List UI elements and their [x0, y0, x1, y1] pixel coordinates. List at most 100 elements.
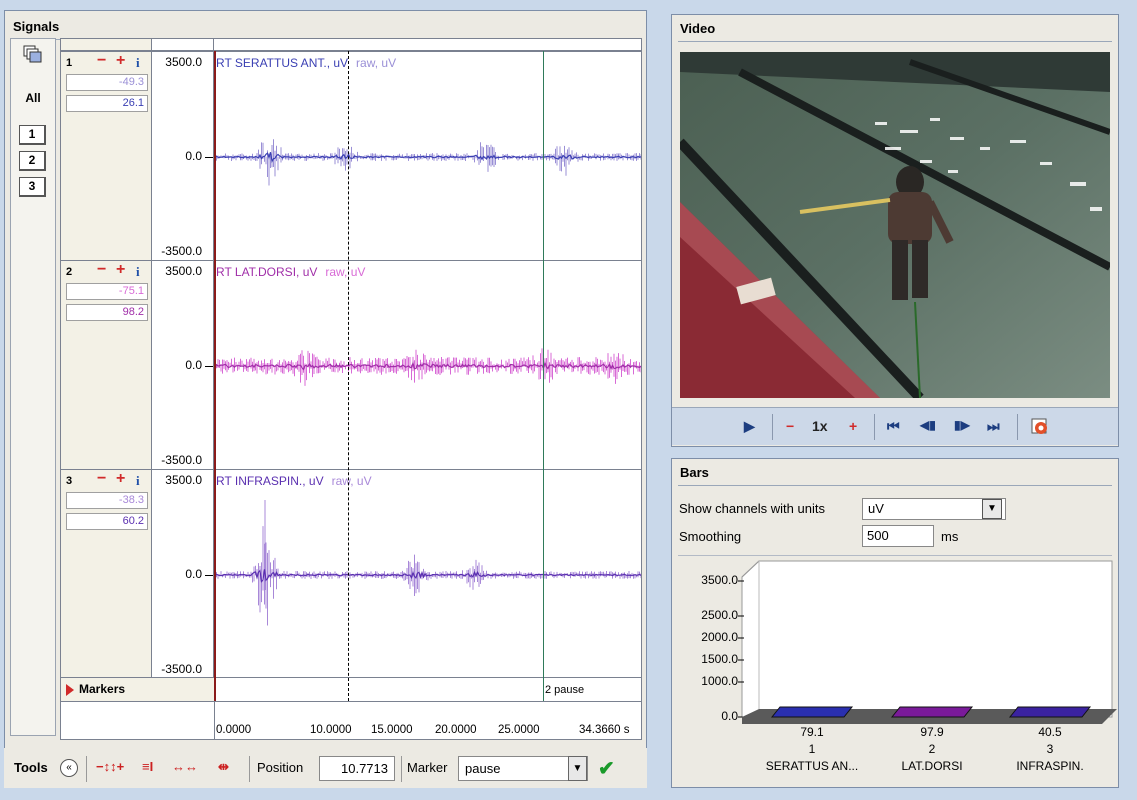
raw-signal-trace [215, 139, 641, 186]
title-divider [678, 41, 1112, 42]
vertical-fit-icon[interactable]: ≡I [142, 759, 153, 774]
bar-category-label: SERATTUS AN... [765, 759, 859, 773]
slower-button[interactable]: − [786, 418, 794, 434]
time-label: 25.0000 [498, 724, 540, 736]
channel-name-text: RT LAT.DORSI, uV [216, 265, 318, 279]
smoothing-unit: ms [941, 529, 959, 544]
bars-title: Bars [680, 465, 709, 480]
channel-3-button[interactable]: 3 [19, 177, 46, 197]
pool-video-image [680, 52, 1110, 398]
copy-windows-icon[interactable] [23, 45, 43, 63]
bars-chart: 3500.0 2500.0 2000.0 1500.0 1000.0 0.0 7… [672, 559, 1118, 787]
horizontal-fit-icon[interactable]: ⇹ [218, 759, 229, 775]
channel-2-trace [215, 348, 641, 386]
time-label: 34.3660 s [579, 724, 630, 736]
max-value-field: 60.2 [66, 513, 148, 530]
signal-plot-area[interactable]: 1 − + i -49.3 26.1 3500.0 0.0 -3500.0 RT… [60, 38, 642, 740]
bar-category-label: INFRASPIN. [1016, 759, 1084, 773]
raw-units-text: raw, uV [356, 56, 397, 70]
play-icon[interactable]: ▶ [744, 418, 755, 435]
bars-panel: Bars Show channels with units uV ▼ Smoot… [671, 458, 1119, 788]
zoom-out-button[interactable]: − [97, 261, 106, 279]
separator [86, 756, 87, 782]
video-frame[interactable] [680, 52, 1110, 398]
raw-units-text: raw, uV [325, 265, 366, 279]
bar-3 [1008, 706, 1092, 718]
title-divider [678, 485, 1112, 486]
zero-tick [205, 366, 213, 367]
vertical-zoom-icon[interactable]: −↕↕+ [96, 759, 124, 774]
marker-cursor-line [543, 51, 544, 701]
zoom-in-button[interactable]: + [116, 261, 125, 279]
scale-bottom-label: -3500.0 [161, 662, 202, 676]
all-channels-button[interactable]: All [11, 91, 55, 105]
separator [772, 414, 773, 440]
faster-button[interactable]: + [849, 418, 857, 434]
position-cursor-line[interactable] [348, 51, 349, 701]
channel-1-trace [215, 139, 641, 186]
time-label: 15.0000 [371, 724, 413, 736]
marker-label: 2 pause [545, 684, 585, 696]
scale-zero-label: 0.0 [185, 358, 202, 372]
zoom-in-button[interactable]: + [116, 470, 125, 488]
zoom-out-button[interactable]: − [97, 52, 106, 70]
bar-value-label: 97.9 [920, 725, 944, 739]
smoothing-input[interactable]: 500 [862, 525, 934, 547]
raw-signal-trace [215, 500, 641, 626]
channel-row-1: 1 − + i -49.3 26.1 3500.0 0.0 -3500.0 RT… [61, 51, 641, 260]
confirm-check-icon[interactable]: ✔ [598, 756, 615, 781]
step-forward-icon[interactable]: ▮▶ [954, 418, 970, 432]
separator [874, 414, 875, 440]
step-back-icon[interactable]: ◀▮ [920, 418, 936, 432]
horizontal-zoom-icon[interactable]: ↔↔ [172, 759, 198, 774]
max-value-field: 26.1 [66, 95, 148, 112]
divider [678, 555, 1112, 556]
expand-triangle-icon[interactable] [66, 684, 74, 696]
markers-row: Markers 2 pause [61, 677, 641, 701]
time-label: 10.0000 [310, 724, 352, 736]
channel-number: 3 [66, 475, 73, 487]
scale-bottom-label: -3500.0 [161, 453, 202, 467]
time-axis-start [214, 702, 215, 739]
scale-zero-label: 0.0 [185, 567, 202, 581]
video-settings-icon[interactable] [1030, 417, 1050, 437]
separator [1017, 414, 1018, 440]
tools-bar: Tools « −↕↕+ ≡I ↔↔ ⇹ Position 10.7713 Ma… [4, 748, 647, 788]
chevron-down-icon[interactable]: ▼ [568, 756, 587, 781]
channel-row-2: 2 − + i -75.1 98.2 3500.0 0.0 -3500.0 RT… [61, 260, 641, 469]
channel-2-button[interactable]: 2 [19, 151, 46, 171]
skip-to-end-icon[interactable]: ⏭ [987, 418, 1000, 435]
info-icon[interactable]: i [136, 55, 140, 71]
bar-value-label: 40.5 [1038, 725, 1062, 739]
separator [401, 756, 402, 782]
bar-1 [770, 706, 854, 718]
zoom-out-button[interactable]: − [97, 470, 106, 488]
collapse-tools-icon[interactable]: « [60, 759, 78, 777]
min-value-field: -49.3 [66, 74, 148, 91]
zoom-in-button[interactable]: + [116, 52, 125, 70]
skip-to-start-icon[interactable]: ⏮ [887, 418, 900, 435]
bar-category-label: LAT.DORSI [901, 759, 963, 773]
time-axis: 0.0000 10.0000 15.0000 20.0000 25.0000 3… [61, 701, 641, 739]
scale-top-label: 3500.0 [165, 55, 202, 69]
channel-1-button[interactable]: 1 [19, 125, 46, 145]
info-icon[interactable]: i [136, 264, 140, 280]
chevron-down-icon[interactable]: ▼ [982, 499, 1002, 519]
start-cursor-line[interactable] [214, 51, 216, 701]
max-value-field: 98.2 [66, 304, 148, 321]
scale-top-label: 3500.0 [165, 473, 202, 487]
markers-track[interactable]: 2 pause [214, 678, 641, 701]
channel-name-text: RT INFRASPIN., uV [216, 474, 324, 488]
position-input[interactable]: 10.7713 [319, 756, 395, 781]
bar-channel-number: 2 [928, 742, 936, 756]
zero-tick [205, 157, 213, 158]
channel-name: RT LAT.DORSI, uV raw, uV [216, 265, 365, 279]
channel-3-trace [215, 500, 641, 626]
raw-units-text: raw, uV [331, 474, 372, 488]
speed-label: 1x [812, 418, 828, 434]
video-title: Video [680, 21, 716, 36]
video-controls: ▶ − 1x + ⏮ ◀▮ ▮▶ ⏭ [672, 407, 1118, 445]
info-icon[interactable]: i [136, 473, 140, 489]
bar-value-label: 79.1 [800, 725, 824, 739]
units-filter-label: Show channels with units [679, 501, 825, 516]
